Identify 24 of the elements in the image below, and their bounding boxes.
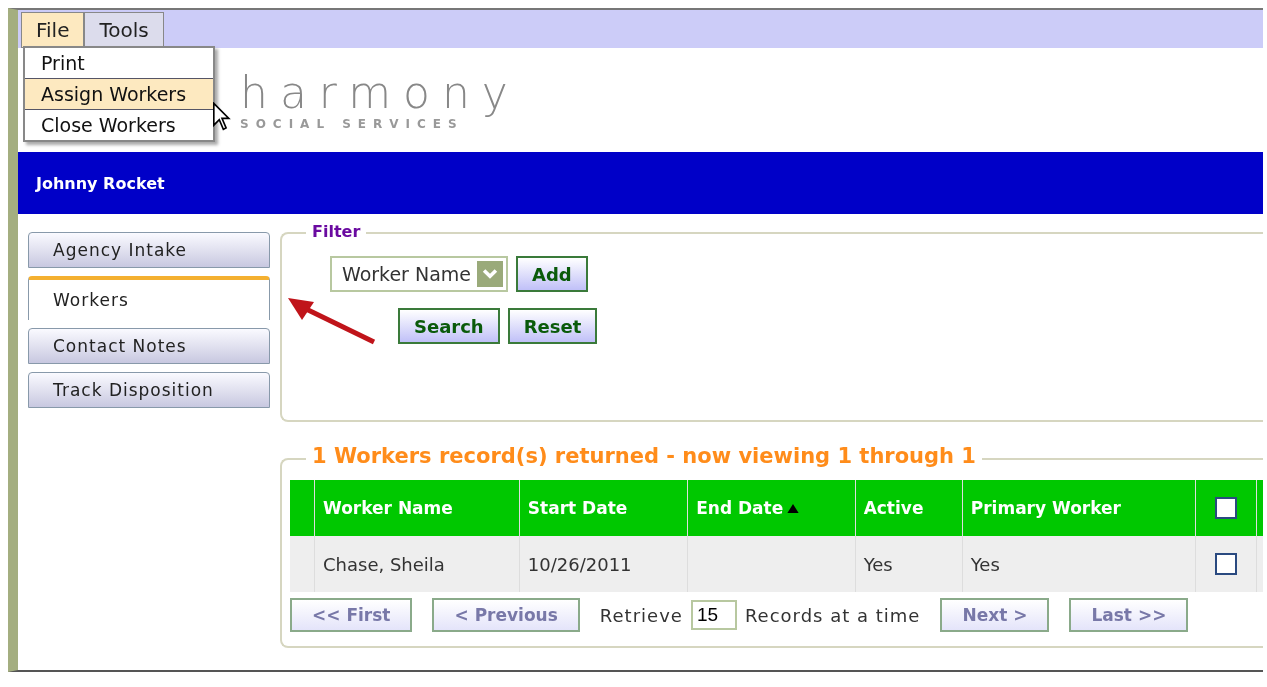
retrieve-label: Retrieve xyxy=(599,604,683,626)
search-button[interactable]: Search xyxy=(398,308,500,344)
results-legend: 1 Workers record(s) returned - now viewing 1 through 1 xyxy=(306,444,982,468)
sidebar-tab[interactable]: Track Disposition xyxy=(28,372,270,408)
table-cell: Yes xyxy=(970,553,1000,575)
sidebar-tab[interactable]: Workers xyxy=(28,276,270,320)
menu-item[interactable]: File xyxy=(21,12,85,48)
menu-item[interactable]: Tools xyxy=(84,12,164,48)
reset-button[interactable]: Reset xyxy=(507,308,598,344)
user-name: Johnny Rocket xyxy=(36,173,165,193)
add-button[interactable]: Add xyxy=(516,256,588,292)
worker-select[interactable]: Worker Name xyxy=(330,256,509,292)
menu-entry[interactable]: Assign Workers xyxy=(25,79,213,110)
logo-tagline: SOCIAL SERVICES xyxy=(240,117,464,131)
table-cell: 10/26/2011 xyxy=(527,553,632,575)
select-all-checkbox[interactable] xyxy=(1215,497,1237,519)
sidebar-tab[interactable]: Agency Intake xyxy=(28,232,270,268)
menu-entry[interactable]: Close Workers xyxy=(25,110,213,140)
table-cell: Yes xyxy=(863,553,893,575)
row-checkbox[interactable] xyxy=(1215,553,1237,575)
records-label: Records at a time xyxy=(744,604,921,626)
page-size-field[interactable]: 15 xyxy=(690,600,737,630)
table-cell: Chase, Sheila xyxy=(323,553,445,575)
sidebar-tab[interactable]: Contact Notes xyxy=(28,328,270,364)
